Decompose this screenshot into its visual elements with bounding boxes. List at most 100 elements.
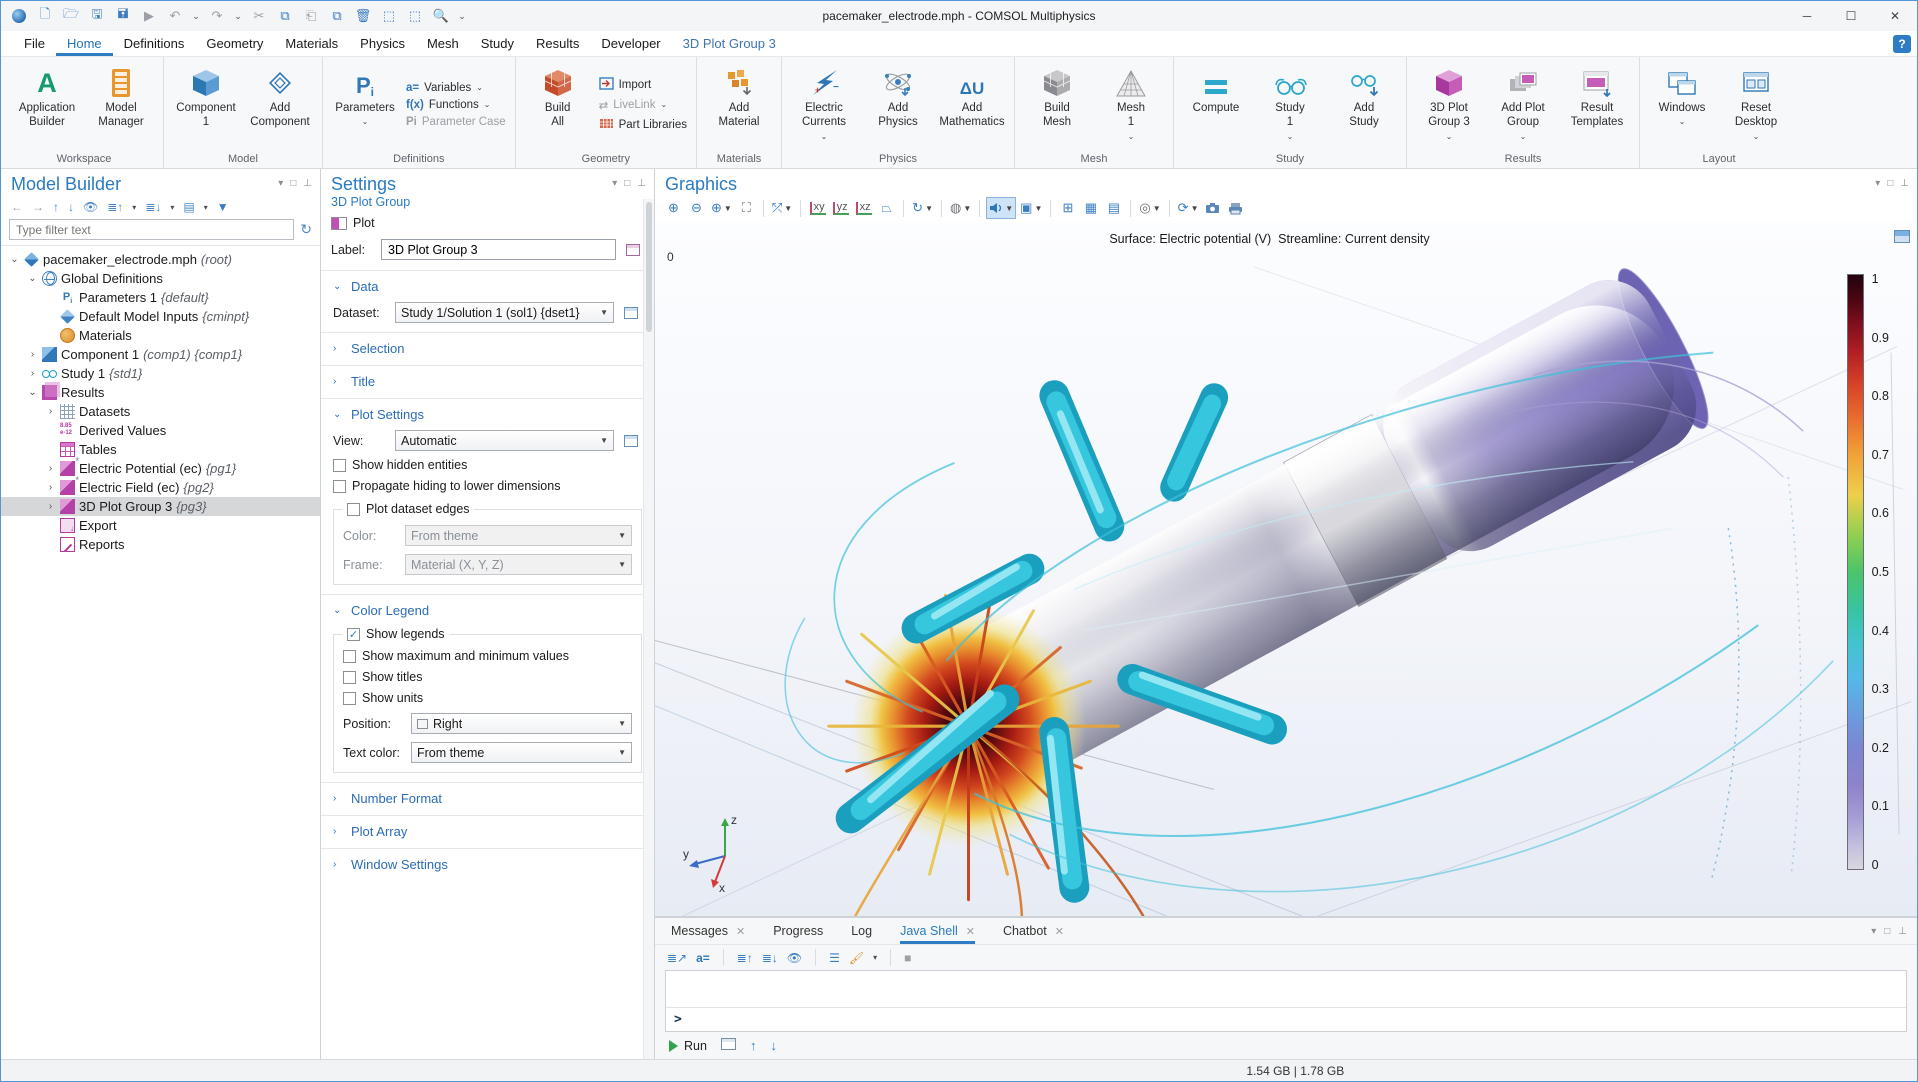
- save-as-icon[interactable]: 🖬: [111, 5, 135, 27]
- windows-button[interactable]: Windows ⌄: [1647, 60, 1717, 149]
- clear-shell-icon[interactable]: 🖌: [849, 951, 864, 965]
- zoom-in-icon[interactable]: ⊕: [663, 197, 684, 219]
- image-snapshot-panel-icon[interactable]: ▤: [1103, 197, 1124, 219]
- zoom-box-icon[interactable]: ⊕▼: [709, 197, 734, 219]
- go-to-view-icon[interactable]: ⤱▼: [770, 197, 794, 219]
- panel-menu-icon[interactable]: ▾: [612, 178, 617, 189]
- scrollbar-thumb[interactable]: [646, 202, 652, 332]
- show-max-min-checkbox[interactable]: [343, 650, 356, 663]
- expander-icon[interactable]: ⌄: [27, 273, 38, 284]
- close-button[interactable]: ✕: [1873, 1, 1917, 31]
- parameter-case-button[interactable]: Pi Parameter Case: [406, 116, 506, 128]
- export-log-icon[interactable]: ≣↗: [667, 951, 687, 965]
- add-study-button[interactable]: Add Study: [1329, 60, 1399, 149]
- graphics-viewport[interactable]: Surface: Electric potential (V) Streamli…: [655, 222, 1917, 916]
- tab-study[interactable]: Study: [470, 31, 525, 56]
- show-units-checkbox[interactable]: [343, 692, 356, 705]
- tab-mesh[interactable]: Mesh: [416, 31, 470, 56]
- tab-results[interactable]: Results: [525, 31, 590, 56]
- add-material-button[interactable]: Add Material: [704, 60, 774, 149]
- section-title-header[interactable]: ›Title: [333, 374, 642, 389]
- history-up-icon[interactable]: ↑: [750, 1038, 757, 1053]
- open-file-icon[interactable]: 🗁: [59, 5, 83, 27]
- add-mathematics-button[interactable]: ΔU Add Mathematics: [937, 60, 1007, 149]
- tab-home[interactable]: Home: [56, 31, 113, 56]
- show-hidden-entities-checkbox[interactable]: [333, 459, 346, 472]
- panel-pin-icon[interactable]: ⊥: [303, 178, 312, 189]
- save-icon[interactable]: 🖫: [85, 5, 109, 27]
- find-icon[interactable]: 🔍: [429, 5, 453, 27]
- build-mesh-button[interactable]: Build Mesh: [1022, 60, 1092, 149]
- application-builder-button[interactable]: A Application Builder: [12, 60, 82, 149]
- reset-desktop-button[interactable]: Reset Desktop ⌄: [1721, 60, 1791, 149]
- section-data-header[interactable]: ⌄Data: [333, 279, 642, 294]
- deselect-box-icon[interactable]: ⬚: [403, 5, 427, 27]
- cut-icon[interactable]: ✂: [247, 5, 271, 27]
- expand-entries-icon[interactable]: ≣↓: [762, 951, 778, 965]
- filter-funnel-icon[interactable]: ▼: [217, 200, 229, 214]
- copy-icon[interactable]: ⧉: [273, 5, 297, 27]
- expand-all-icon[interactable]: ≣↓: [145, 200, 161, 214]
- run-icon[interactable]: ▶: [137, 5, 161, 27]
- section-selection-header[interactable]: ›Selection: [333, 341, 642, 356]
- back-icon[interactable]: ←: [11, 200, 23, 214]
- close-icon[interactable]: ✕: [1055, 925, 1064, 938]
- sound-icon[interactable]: ▼: [986, 197, 1016, 219]
- collapse-entries-icon[interactable]: ≣↑: [737, 951, 753, 965]
- view-xz-icon[interactable]: xz: [853, 197, 874, 219]
- panel-menu-icon[interactable]: ▾: [278, 178, 283, 189]
- help-icon[interactable]: ?: [1893, 35, 1911, 53]
- import-button[interactable]: Import: [599, 77, 687, 93]
- tree-item-parameters[interactable]: PiParameters 1{default}: [1, 288, 320, 307]
- forward-icon[interactable]: →: [32, 200, 44, 214]
- delete-icon[interactable]: 🗑: [351, 5, 375, 27]
- tree-item-datasets[interactable]: ›Datasets: [1, 402, 320, 421]
- undo-icon[interactable]: ↶: [163, 5, 187, 27]
- functions-button[interactable]: f(x) Functions⌄: [406, 99, 506, 111]
- livelink-button[interactable]: ⇄ LiveLink⌄: [599, 98, 687, 112]
- rotate-view-icon[interactable]: ↻▼: [910, 197, 935, 219]
- run-button[interactable]: Run: [669, 1039, 707, 1053]
- add-physics-button[interactable]: Add Physics: [863, 60, 933, 149]
- view-properties-button[interactable]: [620, 430, 642, 451]
- zoom-out-icon[interactable]: ⊖: [686, 197, 707, 219]
- console-output-icon[interactable]: [721, 1038, 736, 1053]
- select-box-icon[interactable]: ⬚: [377, 5, 401, 27]
- wireframe-rendering-icon[interactable]: ◍▼: [948, 197, 973, 219]
- tab-log[interactable]: Log: [851, 918, 872, 944]
- tree-item-component-1[interactable]: ›Component 1(comp1) {comp1}: [1, 345, 320, 364]
- part-libraries-button[interactable]: Part Libraries: [599, 117, 687, 133]
- collapse-all-icon[interactable]: ≣↑: [107, 200, 123, 214]
- tab-chatbot[interactable]: Chatbot✕: [1003, 918, 1064, 944]
- update-plot-icon[interactable]: ⟳▼: [1176, 197, 1201, 219]
- edge-color-combo[interactable]: From theme▼: [405, 525, 632, 546]
- model-manager-button[interactable]: Model Manager: [86, 60, 156, 149]
- tree-item-global-definitions[interactable]: ⌄Global Definitions: [1, 269, 320, 288]
- parameters-button[interactable]: Pi Parameters ⌄: [330, 60, 400, 149]
- view-yz-icon[interactable]: yz: [830, 197, 851, 219]
- result-templates-button[interactable]: Result Templates: [1562, 60, 1632, 149]
- tab-physics[interactable]: Physics: [349, 31, 416, 56]
- model-tree-nodes-icon[interactable]: ▤: [183, 200, 194, 214]
- filter-input[interactable]: [9, 219, 294, 240]
- tab-messages[interactable]: Messages✕: [671, 918, 745, 944]
- expander-icon[interactable]: ⌄: [27, 387, 38, 398]
- section-plot-settings-header[interactable]: ⌄Plot Settings: [333, 407, 642, 422]
- tab-definitions[interactable]: Definitions: [113, 31, 196, 56]
- move-up-icon[interactable]: ↑: [53, 200, 59, 214]
- expander-icon[interactable]: ›: [45, 501, 56, 512]
- dataset-combo[interactable]: Study 1/Solution 1 (sol1) {dset1}▼: [395, 302, 614, 323]
- show-variables-icon[interactable]: a=: [696, 951, 710, 965]
- tab-3d-plot-group-3[interactable]: 3D Plot Group 3: [672, 31, 787, 56]
- show-legends-checkbox[interactable]: ✓: [347, 628, 360, 641]
- show-entries-icon[interactable]: 👁: [787, 951, 802, 965]
- plot-dataset-edges-checkbox[interactable]: [347, 503, 360, 516]
- panel-menu-icon[interactable]: ▾: [1875, 178, 1880, 189]
- close-icon[interactable]: ✕: [966, 925, 975, 938]
- tab-geometry[interactable]: Geometry: [195, 31, 274, 56]
- panel-pin-icon[interactable]: ⊥: [1900, 178, 1909, 189]
- scene-light-icon[interactable]: ◎▼: [1137, 197, 1162, 219]
- section-plot-array-header[interactable]: ›Plot Array: [333, 824, 642, 839]
- color-palette-icon[interactable]: [1894, 230, 1910, 243]
- view-combo[interactable]: Automatic▼: [395, 430, 614, 451]
